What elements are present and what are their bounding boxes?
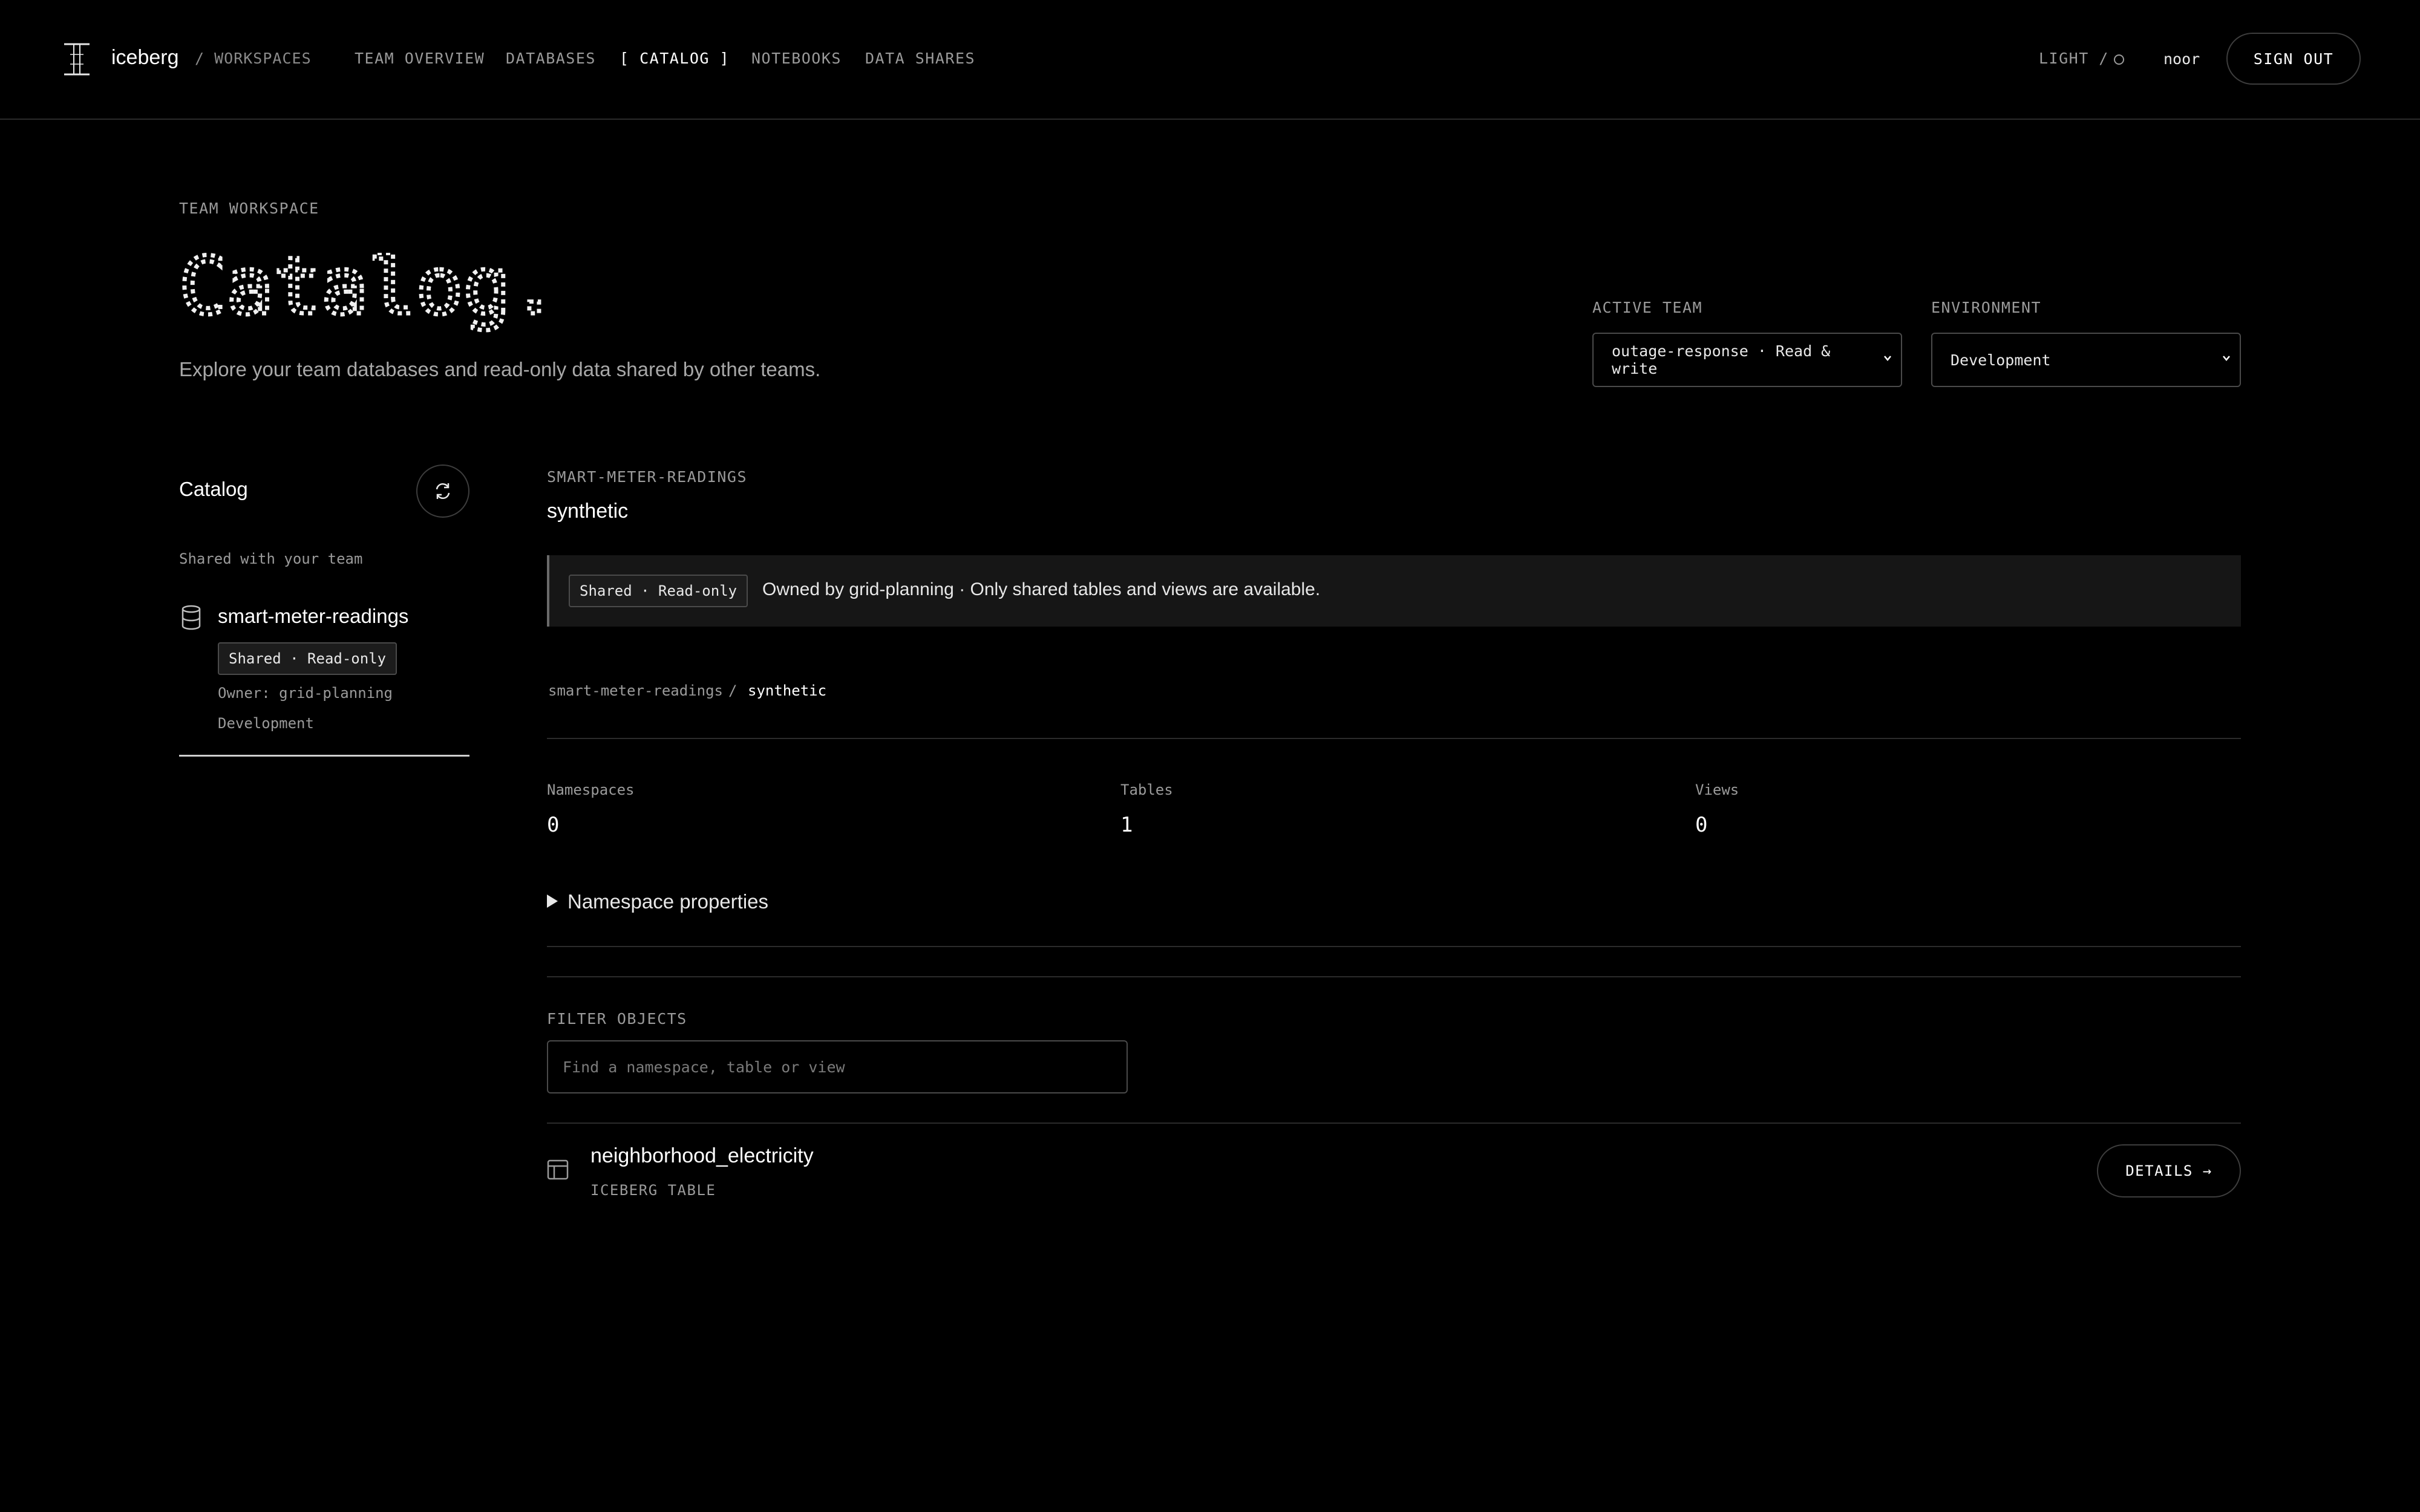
triangle-right-icon	[547, 894, 558, 908]
refresh-button[interactable]	[416, 464, 469, 518]
stat-views-value: 0	[1695, 813, 1708, 837]
brand-name[interactable]: iceberg	[111, 46, 179, 70]
sidebar-db-owner: Owner: grid-planning	[218, 685, 393, 702]
nav-notebooks[interactable]: NOTEBOOKS	[751, 50, 842, 67]
table-icon	[547, 1159, 569, 1180]
banner-badge: Shared · Read-only	[569, 575, 748, 607]
chevron-down-icon	[1884, 356, 1891, 361]
path-current: synthetic	[748, 682, 827, 699]
iceberg-logo-icon[interactable]	[63, 42, 91, 76]
path-separator: /	[728, 682, 737, 699]
sign-out-button[interactable]: SIGN OUT	[2226, 33, 2361, 85]
active-team-value: outage-response · Read & write	[1612, 342, 1831, 377]
namespace-properties-toggle[interactable]: Namespace properties	[547, 890, 768, 913]
environment-value: Development	[1951, 351, 2051, 369]
page-title-text: Catalog.	[179, 253, 558, 332]
object-name[interactable]: neighborhood_electricity	[590, 1144, 814, 1168]
sidebar-section-shared: Shared with your team	[179, 550, 363, 567]
active-team-select[interactable]: outage-response · Read & write	[1592, 333, 1902, 387]
stat-tables-label: Tables	[1120, 781, 1173, 798]
details-button[interactable]: DETAILS →	[2097, 1144, 2241, 1198]
banner-text: Owned by grid-planning · Only shared tab…	[762, 579, 1321, 599]
top-bar: iceberg / WORKSPACES TEAM OVERVIEW DATAB…	[0, 0, 2420, 120]
sidebar-db-environment: Development	[218, 715, 314, 732]
database-icon	[182, 605, 201, 630]
theme-toggle-label: LIGHT /	[2039, 50, 2109, 67]
divider	[547, 946, 2241, 947]
filter-input[interactable]	[547, 1040, 1128, 1093]
divider	[547, 1123, 2241, 1124]
environment-label: ENVIRONMENT	[1931, 299, 2042, 316]
circle-icon	[2113, 54, 2124, 65]
object-type: ICEBERG TABLE	[590, 1182, 716, 1199]
nav-team-overview[interactable]: TEAM OVERVIEW	[355, 50, 485, 67]
path-root-link[interactable]: smart-meter-readings	[548, 682, 723, 699]
chevron-down-icon	[2223, 356, 2230, 361]
divider	[547, 976, 2241, 977]
theme-toggle[interactable]: LIGHT /	[2039, 50, 2124, 67]
shared-readonly-badge: Shared · Read-only	[218, 642, 397, 675]
stat-tables-value: 1	[1120, 813, 1133, 837]
breadcrumb-workspaces[interactable]: / WORKSPACES	[195, 50, 312, 67]
divider	[547, 738, 2241, 739]
sidebar-title: Catalog	[179, 478, 248, 500]
selected-indicator	[179, 755, 469, 757]
page-title: Catalog.	[179, 253, 560, 334]
stat-views-label: Views	[1695, 781, 1739, 798]
user-name: noor	[2163, 50, 2200, 68]
environment-select[interactable]: Development	[1931, 333, 2241, 387]
refresh-icon	[436, 483, 450, 499]
namespace-title: synthetic	[547, 500, 629, 523]
namespace-properties-label: Namespace properties	[567, 890, 768, 913]
filter-label: FILTER OBJECTS	[547, 1010, 687, 1028]
page-subtitle: Explore your team databases and read-onl…	[179, 358, 821, 380]
active-team-label: ACTIVE TEAM	[1592, 299, 1703, 316]
page-kicker: TEAM WORKSPACE	[179, 200, 319, 217]
nav-catalog[interactable]: [ CATALOG ]	[620, 50, 730, 67]
nav-databases[interactable]: DATABASES	[506, 50, 596, 67]
sidebar-db-name[interactable]: smart-meter-readings	[218, 605, 408, 628]
database-kicker: SMART-METER-READINGS	[547, 468, 748, 486]
nav-data-shares[interactable]: DATA SHARES	[865, 50, 975, 67]
stat-namespaces-value: 0	[547, 813, 560, 837]
stat-namespaces-label: Namespaces	[547, 781, 635, 798]
